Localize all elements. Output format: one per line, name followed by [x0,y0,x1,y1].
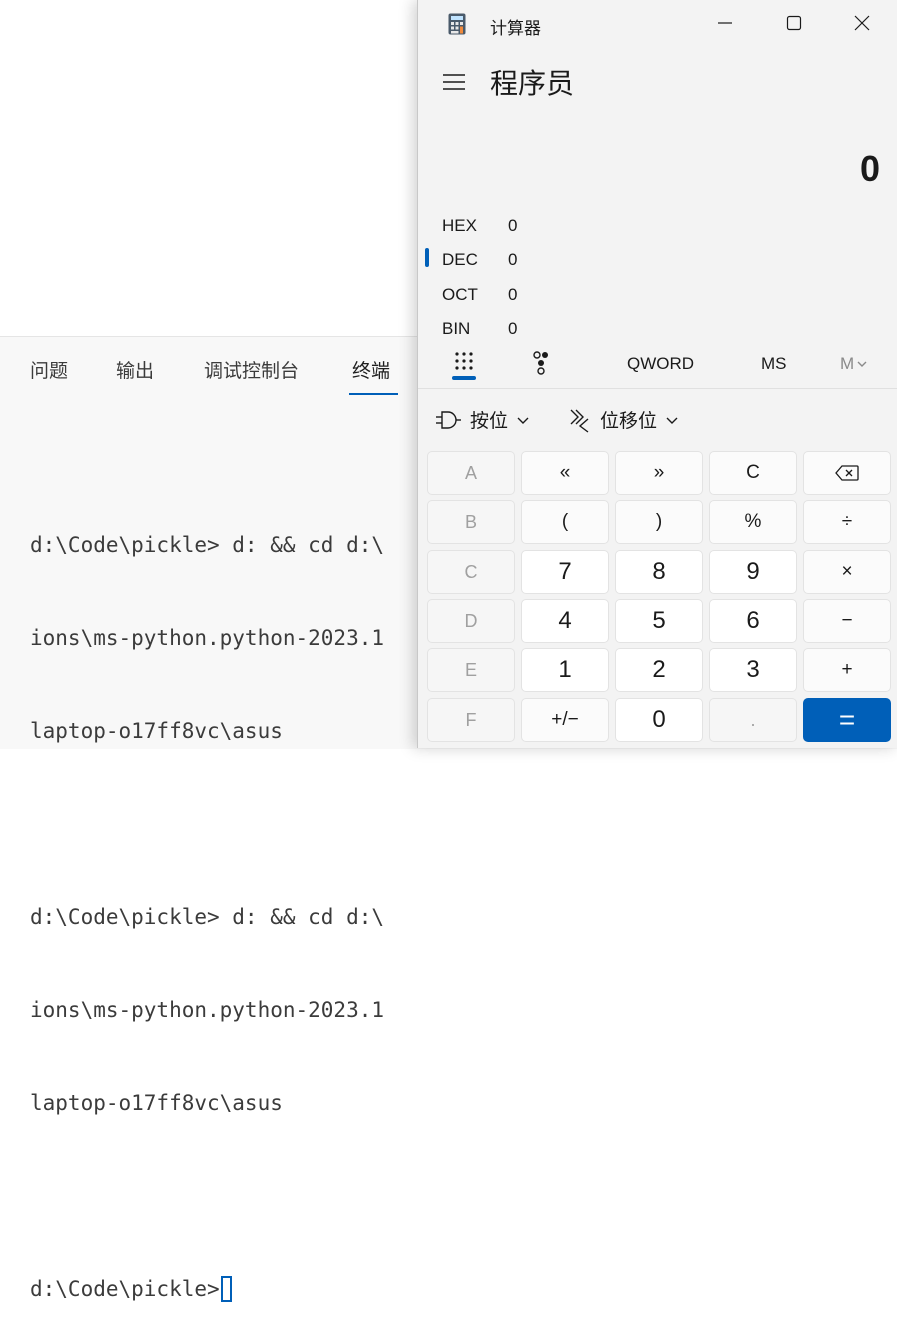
divider [418,388,897,389]
hex-d-key[interactable]: D [427,599,515,643]
add-key[interactable]: + [803,648,891,692]
memory-menu-label: M [840,354,855,373]
memory-store-button[interactable]: MS [761,354,787,374]
close-paren-key[interactable]: ) [615,500,703,544]
digit-4-key[interactable]: 4 [521,599,609,643]
keypad-icon [455,352,473,370]
radix-value: 0 [508,319,518,338]
chevron-down-icon [666,417,678,424]
divide-key[interactable]: ÷ [803,500,891,544]
decimal-key[interactable]: . [709,698,797,742]
keypad: A « » C B ( ) % ÷ C 7 8 9 × D 4 5 6 − E … [427,451,893,743]
hex-f-key[interactable]: F [427,698,515,742]
equals-key[interactable]: = [803,698,891,742]
bitwise-toolbar: 按位 位移位 [418,400,897,444]
mode-toolbar: QWORD MS M [418,346,897,388]
tab-terminal[interactable]: 终端 [352,356,390,383]
radix-value: 0 [508,216,518,235]
subtract-key[interactable]: − [803,599,891,643]
multiply-key[interactable]: × [803,550,891,594]
bitwise-label: 按位 [470,410,509,432]
logic-gate-icon [436,410,461,429]
radix-row-oct[interactable]: OCT 0 [418,279,897,313]
hex-e-key[interactable]: E [427,648,515,692]
maximize-icon [786,15,802,31]
terminal-output[interactable]: d:\Code\pickle> d: && cd d:\ ions\ms-pyt… [30,468,384,1336]
bitshift-dropdown[interactable]: 位移位 [568,406,679,433]
radix-row-dec[interactable]: DEC 0 [418,244,897,278]
digit-0-key[interactable]: 0 [615,698,703,742]
chevron-down-icon [857,361,867,367]
terminal-line: d:\Code\pickle> d: && cd d:\ [30,533,385,557]
radix-row-bin[interactable]: BIN 0 [418,313,897,347]
active-keypad-indicator [452,376,476,380]
bit-toggle-keypad-button[interactable] [532,350,552,381]
backspace-key[interactable] [803,451,891,495]
tab-output[interactable]: 输出 [116,356,154,383]
modulo-key[interactable]: % [709,500,797,544]
digit-3-key[interactable]: 3 [709,648,797,692]
terminal-line: d:\Code\pickle> d: && cd d:\ [30,905,385,929]
digit-2-key[interactable]: 2 [615,648,703,692]
hex-b-key[interactable]: B [427,500,515,544]
bit-toggle-icon [533,351,548,375]
bitwise-dropdown[interactable]: 按位 [436,406,530,433]
bit-shift-icon [570,409,589,433]
terminal-prompt: d:\Code\pickle> [30,1277,220,1301]
radix-row-hex[interactable]: HEX 0 [418,210,897,244]
digit-9-key[interactable]: 9 [709,550,797,594]
close-icon [854,15,870,31]
digit-5-key[interactable]: 5 [615,599,703,643]
radix-label: HEX [442,216,477,235]
backspace-icon [835,465,859,481]
result-display: 0 [859,148,880,189]
digit-8-key[interactable]: 8 [615,550,703,594]
hamburger-menu-icon [443,74,465,90]
tab-problems[interactable]: 问题 [30,356,68,383]
terminal-line: laptop-o17ff8vc\asus [30,1091,283,1115]
word-size-button[interactable]: QWORD [627,354,694,374]
maximize-button[interactable] [771,8,817,38]
active-tab-indicator [349,393,398,395]
calculator-window: 计算器 程序员 0 HEX 0 DEC 0 OCT 0 BIN 0 QWORD … [417,0,897,748]
calculator-app-icon [448,13,466,35]
mode-title: 程序员 [490,67,575,100]
digit-1-key[interactable]: 1 [521,648,609,692]
panel-tabs: 问题 输出 调试控制台 终端 [0,336,420,396]
digit-7-key[interactable]: 7 [521,550,609,594]
bitshift-label: 位移位 [600,410,658,432]
active-radix-indicator [425,248,429,267]
terminal-line: ions\ms-python.python-2023.1 [30,998,385,1022]
negate-key[interactable]: +/− [521,698,609,742]
terminal-line: laptop-o17ff8vc\asus [30,719,283,743]
radix-value: 0 [508,250,518,269]
rotate-right-key[interactable]: » [615,451,703,495]
minimize-button[interactable] [702,8,748,38]
window-title: 计算器 [490,19,541,39]
memory-menu-button[interactable]: M [840,354,868,374]
open-paren-key[interactable]: ( [521,500,609,544]
terminal-cursor [220,1276,232,1302]
radix-label: DEC [442,250,478,269]
radix-label: BIN [442,319,471,338]
digit-6-key[interactable]: 6 [709,599,797,643]
terminal-prompt-line: d:\Code\pickle> [30,1274,384,1305]
minimize-icon [718,22,732,24]
chevron-down-icon [517,417,529,424]
radix-label: OCT [442,285,478,304]
terminal-line: ions\ms-python.python-2023.1 [30,626,385,650]
rotate-left-key[interactable]: « [521,451,609,495]
hex-c-key[interactable]: C [427,550,515,594]
title-bar[interactable]: 计算器 [418,0,897,46]
tab-debug-console[interactable]: 调试控制台 [204,356,299,383]
hex-a-key[interactable]: A [427,451,515,495]
clear-key[interactable]: C [709,451,797,495]
close-button[interactable] [839,8,885,38]
navigation-menu-button[interactable] [440,68,470,98]
radix-value: 0 [508,285,518,304]
